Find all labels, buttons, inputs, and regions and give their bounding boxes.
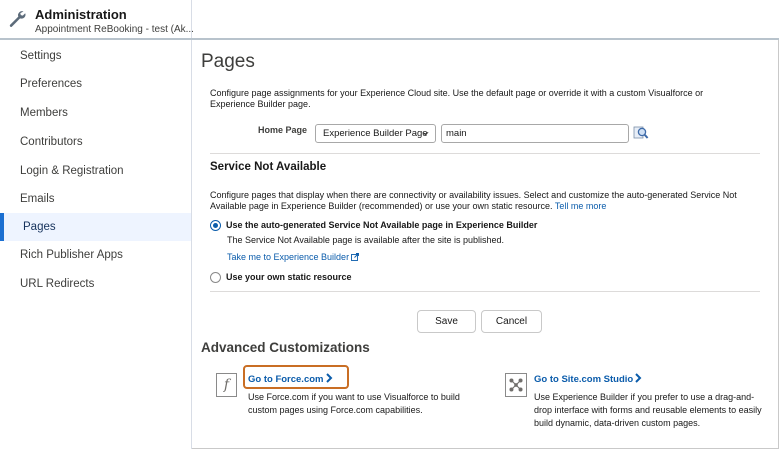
sidebar-item-contributors[interactable]: Contributors bbox=[0, 128, 191, 156]
intro-text: Configure page assignments for your Expe… bbox=[210, 88, 704, 109]
sidebar-item-url-redirects[interactable]: URL Redirects bbox=[0, 270, 191, 298]
sidebar-item-settings[interactable]: Settings bbox=[0, 42, 191, 70]
app-title: Administration bbox=[35, 7, 127, 22]
page-title: Pages bbox=[201, 51, 255, 72]
force-com-description: Use Force.com if you want to use Visualf… bbox=[248, 392, 460, 415]
sidebar-item-rich-publisher-apps[interactable]: Rich Publisher Apps bbox=[0, 241, 191, 269]
sidebar-item-login-registration[interactable]: Login & Registration bbox=[0, 157, 191, 185]
top-header: Administration Appointment ReBooking - t… bbox=[0, 0, 779, 40]
option-auto-note: The Service Not Available page is availa… bbox=[227, 235, 504, 245]
sidebar-item-members[interactable]: Members bbox=[0, 99, 191, 127]
service-not-available-title: Service Not Available bbox=[210, 161, 327, 173]
home-page-type-select[interactable]: Experience Builder Page bbox=[315, 124, 436, 143]
service-not-available-description: Configure pages that display when there … bbox=[210, 190, 762, 212]
tell-me-more-link[interactable]: Tell me more bbox=[555, 201, 607, 211]
go-to-site-com-studio-link[interactable]: Go to Site.com Studio bbox=[534, 374, 633, 385]
go-to-force-com-link[interactable]: Go to Force.com bbox=[248, 374, 323, 385]
wrench-icon bbox=[9, 11, 26, 27]
radio-auto-generated[interactable] bbox=[210, 220, 221, 231]
header-title-area: Administration Appointment ReBooking - t… bbox=[0, 0, 194, 38]
sidebar-item-pages[interactable]: Pages bbox=[0, 213, 191, 241]
option-static-label: Use your own static resource bbox=[226, 272, 352, 282]
divider bbox=[210, 153, 760, 154]
chevron-right-icon[interactable] bbox=[634, 373, 642, 383]
main-content: Pages Configure page assignments for you… bbox=[192, 40, 779, 449]
sidebar-item-emails[interactable]: Emails bbox=[0, 185, 191, 213]
home-page-label: Home Page bbox=[258, 125, 308, 135]
home-page-input[interactable]: main bbox=[441, 124, 629, 143]
site-com-description: Use Experience Builder if you prefer to … bbox=[534, 392, 762, 428]
option-auto-label: Use the auto-generated Service Not Avail… bbox=[226, 220, 538, 230]
save-button[interactable]: Save bbox=[417, 310, 476, 333]
cancel-button[interactable]: Cancel bbox=[481, 310, 542, 333]
take-me-link[interactable]: Take me to Experience Builder bbox=[227, 252, 360, 262]
chevron-down-icon bbox=[422, 131, 429, 136]
external-link-icon bbox=[351, 253, 360, 261]
site-name: Appointment ReBooking - test (Ak... bbox=[35, 24, 194, 35]
force-com-icon: f bbox=[216, 373, 237, 397]
take-me-link-text: Take me to Experience Builder bbox=[227, 252, 350, 262]
sidebar-item-preferences[interactable]: Preferences bbox=[0, 70, 191, 98]
chevron-right-icon[interactable] bbox=[325, 373, 333, 383]
divider bbox=[210, 291, 760, 292]
lookup-icon[interactable] bbox=[633, 125, 649, 141]
service-description-text: Configure pages that display when there … bbox=[210, 190, 737, 211]
sidebar: Settings Preferences Members Contributor… bbox=[0, 40, 192, 449]
home-page-type-value: Experience Builder Page bbox=[323, 128, 428, 139]
site-com-icon bbox=[505, 373, 527, 397]
advanced-customizations-title: Advanced Customizations bbox=[201, 340, 370, 355]
radio-static-resource[interactable] bbox=[210, 272, 221, 283]
